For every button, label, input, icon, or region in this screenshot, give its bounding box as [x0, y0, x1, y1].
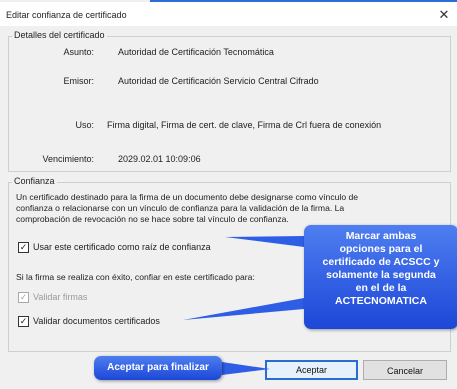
callout-line: Marcar ambas [345, 230, 417, 242]
callout-line: ACTECNOMATICA [335, 295, 427, 307]
callout-arrow-accept [222, 362, 270, 375]
callout-arrow-docs [183, 298, 304, 320]
annotation-arrows [183, 236, 304, 375]
callout-line: opciones para el [339, 243, 423, 255]
callout-line: certificado de ACSCC y [322, 256, 440, 268]
callout-line: en el de la [355, 282, 407, 294]
instruction-callout: Marcar ambas opciones para el certificad… [304, 225, 457, 329]
callout-line: solamente la segunda [326, 269, 436, 281]
callout-arrow-root [225, 236, 304, 247]
accept-callout: Aceptar para finalizar [94, 356, 222, 380]
